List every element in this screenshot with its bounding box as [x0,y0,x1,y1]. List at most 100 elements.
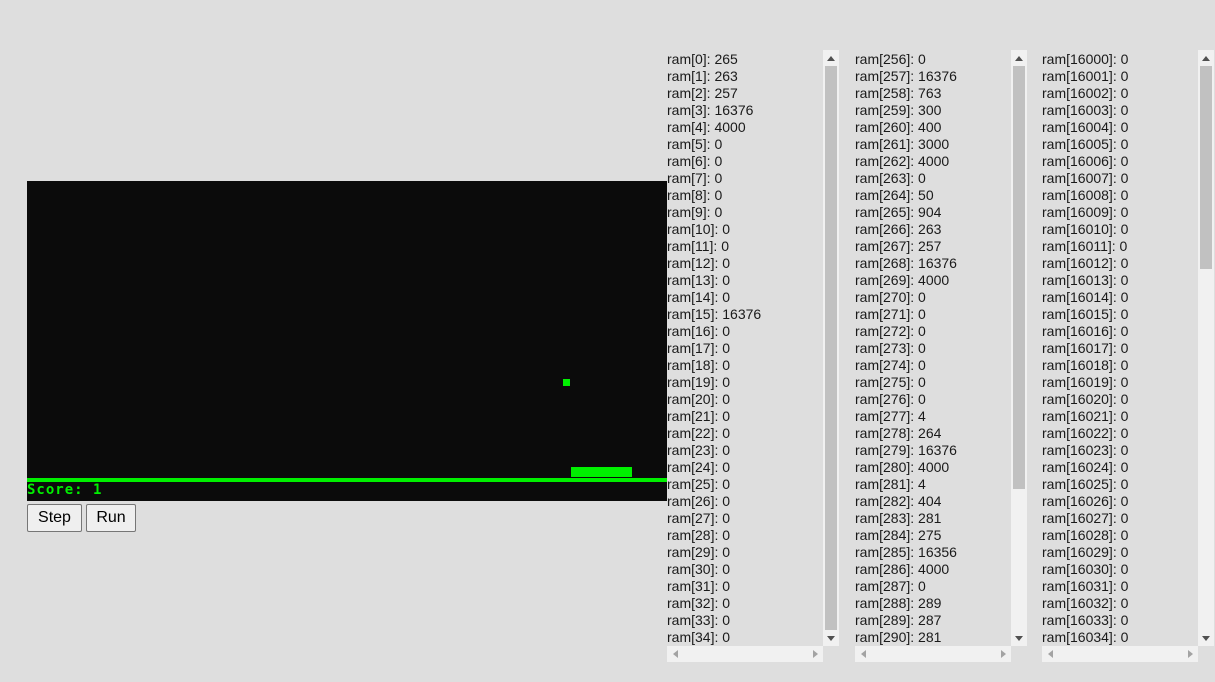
ram-row: ram[15]: 16376 [667,306,762,322]
ram-row: ram[7]: 0 [667,170,723,186]
ram-row: ram[266]: 263 [855,221,942,237]
ram-row: ram[16022]: 0 [1042,425,1129,441]
ram-row: ram[283]: 281 [855,510,942,526]
ram-row: ram[288]: 289 [855,595,942,611]
scroll-down-icon[interactable] [1198,630,1214,646]
ram-row: ram[13]: 0 [667,272,731,288]
ram-row: ram[270]: 0 [855,289,926,305]
ram-row: ram[16033]: 0 [1042,612,1129,628]
scroll-up-icon[interactable] [1011,50,1027,66]
score-label: Score: 1 [27,482,103,498]
ram-panel-3[interactable]: ram[16000]: 0 ram[16001]: 0 ram[16002]: 0r… [1042,50,1214,662]
horizontal-scrollbar[interactable] [855,646,1011,662]
horizontal-scrollbar[interactable] [1042,646,1198,662]
ram-row: ram[16008]: 0 [1042,187,1129,203]
ball [563,379,570,386]
ram-row: ram[16009]: 0 [1042,204,1129,220]
ram-row: ram[19]: 0 [667,374,731,390]
ram-row: ram[0]: 265 [667,51,738,67]
ram-row: ram[265]: 904 [855,204,942,220]
ram-row: ram[16034]: 0 [1042,629,1129,645]
scroll-down-icon[interactable] [823,630,839,646]
ram-row: ram[16011]: 0 [1042,238,1128,254]
ram-row: ram[16]: 0 [667,323,731,339]
scroll-left-icon[interactable] [855,646,871,662]
ram-row: ram[260]: 400 [855,119,942,135]
ram-row: ram[276]: 0 [855,391,926,407]
ram-row: ram[34]: 0 [667,629,731,645]
ram-row: ram[32]: 0 [667,595,731,611]
ram-row: ram[273]: 0 [855,340,926,356]
ram-row: ram[6]: 0 [667,153,723,169]
ram-row: ram[4]: 4000 [667,119,746,135]
step-button[interactable]: Step [27,504,82,532]
ram-row: ram[289]: 287 [855,612,942,628]
ram-row: ram[30]: 0 [667,561,731,577]
horizontal-scrollbar[interactable] [667,646,823,662]
ram-row: ram[27]: 0 [667,510,731,526]
ram-row: ram[259]: 300 [855,102,942,118]
ram-row: ram[16014]: 0 [1042,289,1129,305]
ram-row: ram[271]: 0 [855,306,926,322]
app: Score: 1 Step Run ram[0]: 265 ram[1]: 263 r… [0,0,1215,682]
vertical-scrollbar[interactable] [823,50,839,646]
ram-list: ram[256]: 0 ram[257]: 16376 ram[258]: 763 r… [855,50,1011,646]
ram-row: ram[16001]: 0 [1042,68,1129,84]
scroll-right-icon[interactable] [807,646,823,662]
ram-row: ram[22]: 0 [667,425,731,441]
scroll-up-icon[interactable] [1198,50,1214,66]
ram-row: ram[16019]: 0 [1042,374,1129,390]
run-button[interactable]: Run [86,504,136,532]
ram-row: ram[16007]: 0 [1042,170,1129,186]
ram-row: ram[279]: 16376 [855,442,957,458]
ram-row: ram[17]: 0 [667,340,731,356]
ram-row: ram[23]: 0 [667,442,731,458]
ram-row: ram[16021]: 0 [1042,408,1129,424]
scroll-thumb[interactable] [1013,66,1025,489]
scroll-right-icon[interactable] [995,646,1011,662]
ram-row: ram[16006]: 0 [1042,153,1129,169]
ram-row: ram[3]: 16376 [667,102,754,118]
ram-row: ram[10]: 0 [667,221,731,237]
scroll-right-icon[interactable] [1182,646,1198,662]
ram-row: ram[16024]: 0 [1042,459,1129,475]
ram-row: ram[25]: 0 [667,476,731,492]
ram-row: ram[274]: 0 [855,357,926,373]
ram-row: ram[24]: 0 [667,459,731,475]
scroll-left-icon[interactable] [667,646,683,662]
ram-row: ram[16030]: 0 [1042,561,1129,577]
ram-row: ram[16012]: 0 [1042,255,1129,271]
ram-row: ram[16013]: 0 [1042,272,1129,288]
ram-row: ram[16023]: 0 [1042,442,1129,458]
ram-row: ram[20]: 0 [667,391,731,407]
ram-row: ram[8]: 0 [667,187,723,203]
ram-row: ram[257]: 16376 [855,68,957,84]
ram-row: ram[12]: 0 [667,255,731,271]
ram-panel-1[interactable]: ram[0]: 265 ram[1]: 263 ram[2]: 257 ram[3]:… [667,50,839,662]
vertical-scrollbar[interactable] [1011,50,1027,646]
ram-row: ram[262]: 4000 [855,153,950,169]
vertical-scrollbar[interactable] [1198,50,1214,646]
scroll-left-icon[interactable] [1042,646,1058,662]
ram-row: ram[280]: 4000 [855,459,950,475]
scroll-thumb[interactable] [1200,66,1212,269]
ram-row: ram[284]: 275 [855,527,942,543]
scroll-down-icon[interactable] [1011,630,1027,646]
ram-row: ram[267]: 257 [855,238,942,254]
ram-row: ram[33]: 0 [667,612,731,628]
scroll-up-icon[interactable] [823,50,839,66]
scroll-thumb[interactable] [825,66,837,630]
ram-row: ram[16000]: 0 [1042,51,1129,67]
ram-row: ram[16017]: 0 [1042,340,1129,356]
ram-row: ram[16015]: 0 [1042,306,1129,322]
ram-row: ram[264]: 50 [855,187,934,203]
ram-row: ram[263]: 0 [855,170,926,186]
ram-row: ram[16028]: 0 [1042,527,1129,543]
ram-row: ram[281]: 4 [855,476,926,492]
ram-row: ram[16029]: 0 [1042,544,1129,560]
ram-row: ram[5]: 0 [667,136,723,152]
ram-row: ram[16018]: 0 [1042,357,1129,373]
ram-row: ram[26]: 0 [667,493,731,509]
ram-panel-2[interactable]: ram[256]: 0 ram[257]: 16376 ram[258]: 763 r… [855,50,1027,662]
ram-row: ram[29]: 0 [667,544,731,560]
